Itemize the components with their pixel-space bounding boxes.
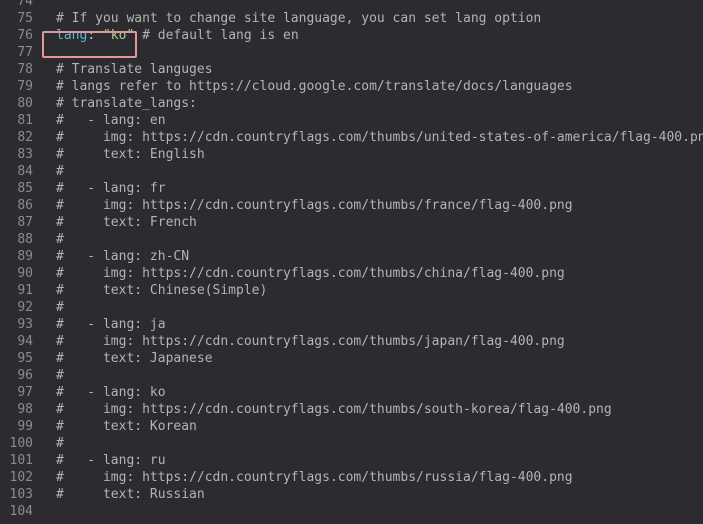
- code-line: 79 # langs refer to https://cloud.google.…: [0, 78, 703, 95]
- line-number: 86: [17, 198, 33, 213]
- line-text: # text: Chinese(Simple): [56, 283, 268, 298]
- line-number: 90: [17, 266, 33, 281]
- code-line: 78 # Translate languges: [0, 61, 703, 78]
- line-text: # img: https://cdn.countryflags.com/thum…: [56, 198, 573, 213]
- line-text: # - lang: en: [56, 113, 166, 128]
- line-text: # img: https://cdn.countryflags.com/thum…: [56, 470, 573, 485]
- line-number: 91: [17, 283, 33, 298]
- line-number: 84: [17, 164, 33, 179]
- line-text: # If you want to change site language, y…: [56, 11, 542, 26]
- yaml-key-lang: lang: [56, 28, 88, 43]
- line-text: # - lang: ja: [56, 317, 166, 332]
- line-number: 82: [17, 130, 33, 145]
- code-line: 86 # img: https://cdn.countryflags.com/th…: [0, 197, 703, 214]
- line-text: #: [56, 232, 64, 247]
- yaml-separator: :: [87, 28, 103, 43]
- code-line: 81 # - lang: en: [0, 112, 703, 129]
- code-lines: 74 75 # If you want to change site langua…: [0, 0, 703, 520]
- code-line: 85 # - lang: fr: [0, 180, 703, 197]
- line-number: 77: [17, 45, 33, 60]
- line-text: # img: https://cdn.countryflags.com/thum…: [56, 266, 565, 281]
- line-number: 98: [17, 402, 33, 417]
- code-line: 94 # img: https://cdn.countryflags.com/th…: [0, 333, 703, 350]
- line-text: # text: Russian: [56, 487, 205, 502]
- code-line: 74: [0, 0, 703, 10]
- code-line: 80 # translate_langs:: [0, 95, 703, 112]
- code-line: 96 #: [0, 367, 703, 384]
- code-line: 102 # img: https://cdn.countryflags.com/t…: [0, 469, 703, 486]
- line-text: #: [56, 436, 64, 451]
- line-number: 99: [17, 419, 33, 434]
- line-number: 75: [17, 11, 33, 26]
- code-line: 90 # img: https://cdn.countryflags.com/th…: [0, 265, 703, 282]
- code-line-lang-setting: 76 lang: "ko" # default lang is en: [0, 27, 703, 44]
- line-number: 78: [17, 62, 33, 77]
- code-line: 75 # If you want to change site language,…: [0, 10, 703, 27]
- line-number: 76: [17, 28, 33, 43]
- code-line: 89 # - lang: zh-CN: [0, 248, 703, 265]
- inline-comment: # default lang is en: [134, 28, 299, 43]
- code-line: 77: [0, 44, 703, 61]
- line-number: 97: [17, 385, 33, 400]
- line-number: 94: [17, 334, 33, 349]
- line-number: 93: [17, 317, 33, 332]
- line-text: # - lang: zh-CN: [56, 249, 190, 264]
- code-line: 104: [0, 503, 703, 520]
- line-text: # - lang: fr: [56, 181, 166, 196]
- line-text: lang: "ko" # default lang is en: [56, 27, 299, 44]
- line-text: # img: https://cdn.countryflags.com/thum…: [56, 402, 612, 417]
- code-line: 91 # text: Chinese(Simple): [0, 282, 703, 299]
- code-line: 97 # - lang: ko: [0, 384, 703, 401]
- code-editor[interactable]: 74 75 # If you want to change site langua…: [0, 0, 703, 524]
- line-number: 104: [9, 504, 33, 519]
- line-number: 79: [17, 79, 33, 94]
- code-line: 82 # img: https://cdn.countryflags.com/th…: [0, 129, 703, 146]
- line-number: 87: [17, 215, 33, 230]
- code-line: 98 # img: https://cdn.countryflags.com/th…: [0, 401, 703, 418]
- line-text: # text: Japanese: [56, 351, 213, 366]
- line-text: # img: https://cdn.countryflags.com/thum…: [56, 334, 565, 349]
- line-text: # - lang: ko: [56, 385, 166, 400]
- code-line: 103 # text: Russian: [0, 486, 703, 503]
- line-text: # text: French: [56, 215, 197, 230]
- line-number: 89: [17, 249, 33, 264]
- line-number: 83: [17, 147, 33, 162]
- line-text: # Translate languges: [56, 62, 213, 77]
- code-line: 99 # text: Korean: [0, 418, 703, 435]
- line-number: 95: [17, 351, 33, 366]
- code-line: 92 #: [0, 299, 703, 316]
- code-line: 95 # text: Japanese: [0, 350, 703, 367]
- line-number: 101: [9, 453, 33, 468]
- line-text: #: [56, 300, 64, 315]
- line-text: # text: English: [56, 147, 205, 162]
- line-number: 96: [17, 368, 33, 383]
- line-number: 80: [17, 96, 33, 111]
- code-line: 87 # text: French: [0, 214, 703, 231]
- line-text: #: [56, 164, 64, 179]
- code-line: 93 # - lang: ja: [0, 316, 703, 333]
- line-number: 103: [9, 487, 33, 502]
- code-line: 88 #: [0, 231, 703, 248]
- line-text: #: [56, 368, 64, 383]
- line-text: # translate_langs:: [56, 96, 197, 111]
- line-number: 88: [17, 232, 33, 247]
- line-text: # text: Korean: [56, 419, 197, 434]
- code-line: 83 # text: English: [0, 146, 703, 163]
- line-number: 102: [9, 470, 33, 485]
- line-text: # - lang: ru: [56, 453, 166, 468]
- code-line: 84 #: [0, 163, 703, 180]
- line-text: # langs refer to https://cloud.google.co…: [56, 79, 573, 94]
- line-number: 85: [17, 181, 33, 196]
- line-text: # img: https://cdn.countryflags.com/thum…: [56, 130, 703, 145]
- code-line: 100 #: [0, 435, 703, 452]
- line-number: 92: [17, 300, 33, 315]
- code-line: 101 # - lang: ru: [0, 452, 703, 469]
- line-number: 74: [17, 0, 33, 9]
- line-number: 81: [17, 113, 33, 128]
- yaml-value-ko: "ko": [102, 28, 135, 43]
- line-number: 100: [9, 436, 33, 451]
